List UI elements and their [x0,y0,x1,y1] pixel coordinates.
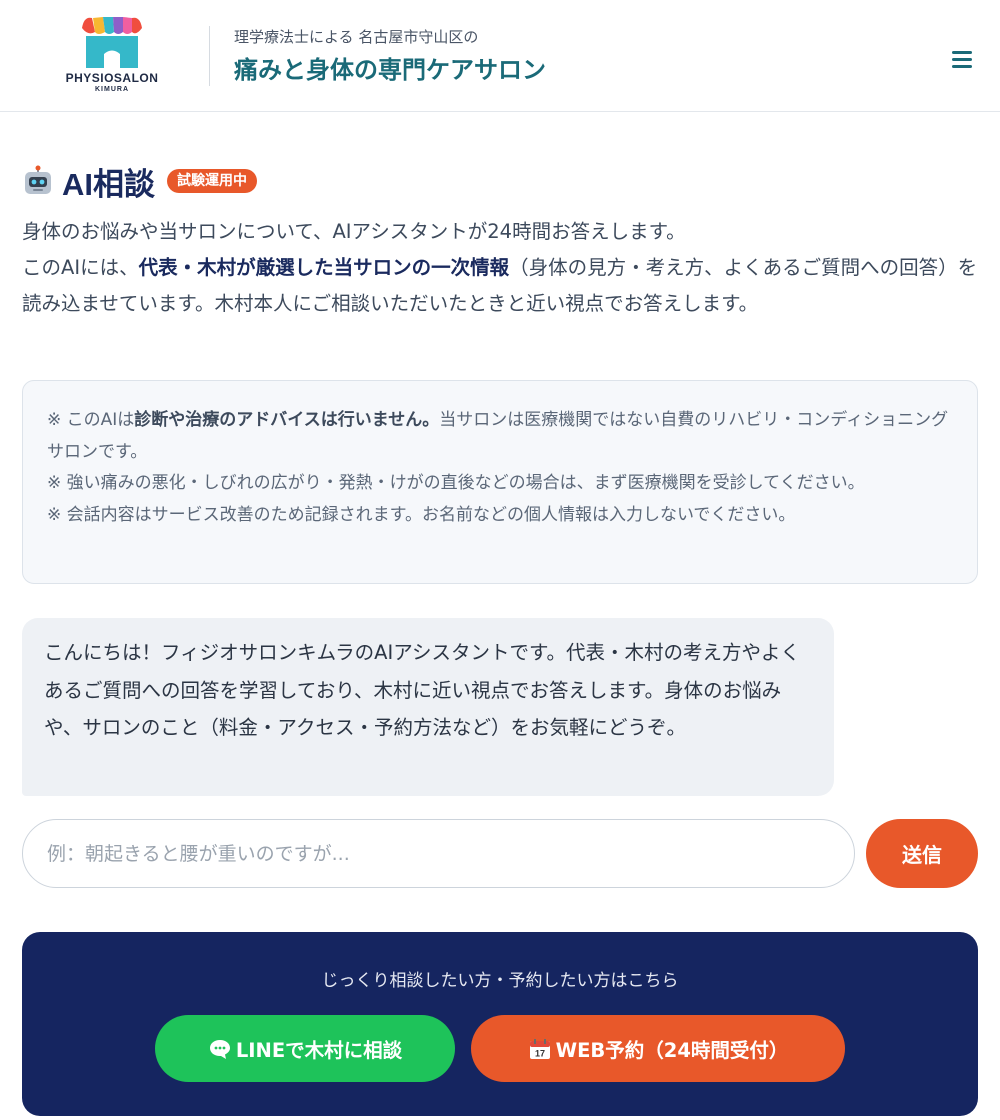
intro-emphasis: 代表・木村が厳選した当サロンの一次情報 [138,256,510,279]
disclaimer-notice: ※ このAIは診断や治療のアドバイスは行いません。当サロンは医療機関ではない自費… [22,380,978,584]
ai-title: AI相談 [62,166,155,202]
notice-item: ※ 会話内容はサービス改善のため記録されます。お名前などの個人情報は入力しないで… [47,504,796,525]
site-header: PHYSIOSALON KIMURA 理学療法士による 名古屋市守山区の 痛みと… [0,0,1000,112]
intro-line: 身体のお悩みや当サロンについて、AIアシスタントが24時間お答えします。 [22,220,686,243]
chat-input[interactable] [22,819,855,888]
hamburger-menu-icon[interactable] [948,46,978,72]
cta-panel: じっくり相談したい方・予約したい方はこちら LINEで木村に相談 17 WEB予… [22,932,978,1116]
logo-subtext: KIMURA [95,86,129,93]
notice-emphasis: 診断や治療のアドバイスは行いません。 [134,410,440,430]
web-booking-button[interactable]: 17 WEB予約（24時間受付） [471,1015,845,1082]
robot-icon [25,165,51,194]
storefront-logo-icon [82,17,142,68]
header-divider [209,26,210,86]
web-button-label: WEB予約（24時間受付） [555,1039,789,1062]
notice-text: ※ このAIは [47,410,135,430]
speech-bubble-icon [209,1039,230,1059]
send-button[interactable]: 送信 [866,819,978,888]
header-tagline: 理学療法士による 名古屋市守山区の [234,28,479,46]
line-button-label: LINEで木村に相談 [235,1039,403,1062]
intro-paragraph: このAIには、代表・木村が厳選した当サロンの一次情報（身体の見方・考え方、よくあ… [22,250,980,322]
line-consult-button[interactable]: LINEで木村に相談 [155,1015,455,1082]
logo-text: PHYSIOSALON [65,71,159,85]
notice-item: ※ このAIは診断や治療のアドバイスは行いません。当サロンは医療機関ではない自費… [47,405,953,468]
ai-heading: AI相談 試験運用中 [22,160,257,202]
trial-badge: 試験運用中 [167,169,257,193]
notice-item: ※ 強い痛みの悪化・しびれの広がり・発熱・けがの直後などの場合は、まず医療機関を… [47,473,865,493]
assistant-message-bubble: こんにちは！フィジオサロンキムラのAIアシスタントです。代表・木村の考え方やよく… [22,618,834,796]
intro-text-part: このAIには、 [22,256,139,279]
svg-text:17: 17 [535,1048,545,1058]
calendar-icon: 17 [529,1038,550,1059]
salon-logo[interactable]: PHYSIOSALON KIMURA [56,12,168,100]
header-title[interactable]: 痛みと身体の専門ケアサロン [234,50,546,85]
cta-text: じっくり相談したい方・予約したい方はこちら [321,971,679,991]
intro-text: 身体のお悩みや当サロンについて、AIアシスタントが24時間お答えします。 このA… [22,214,980,322]
